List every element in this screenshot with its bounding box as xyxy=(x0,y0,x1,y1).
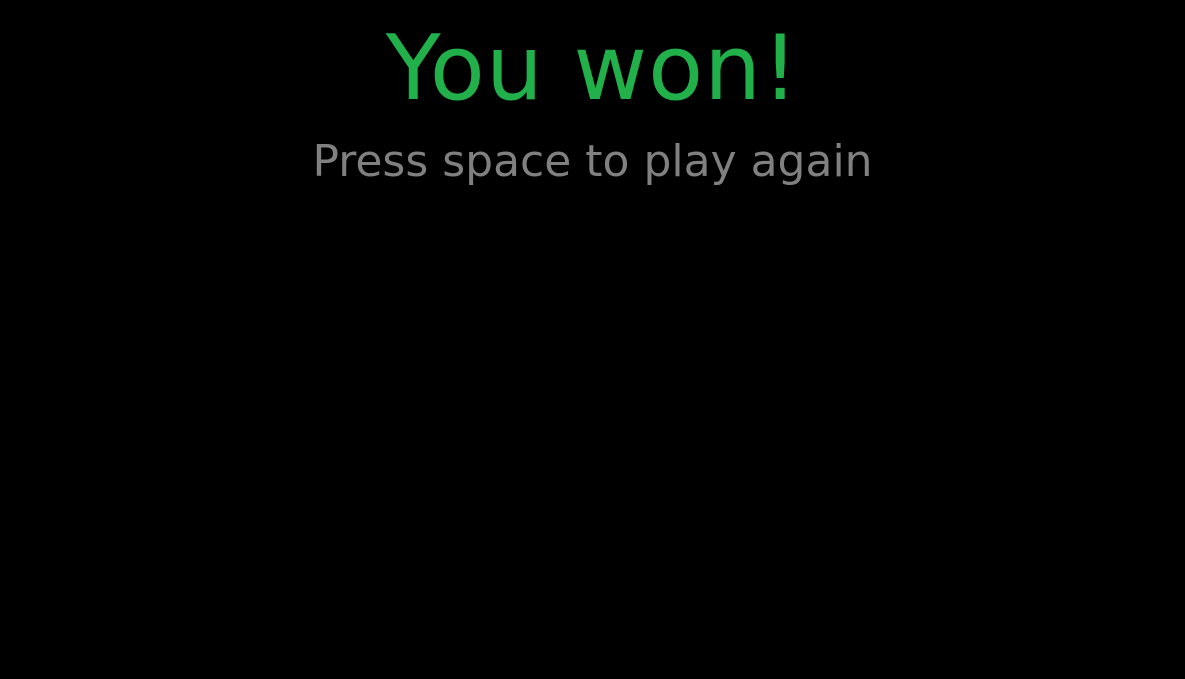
play-again-prompt: Press space to play again xyxy=(312,136,873,187)
game-over-screen[interactable]: You won! Press space to play again xyxy=(0,0,1185,679)
win-message: You won! xyxy=(385,16,800,121)
